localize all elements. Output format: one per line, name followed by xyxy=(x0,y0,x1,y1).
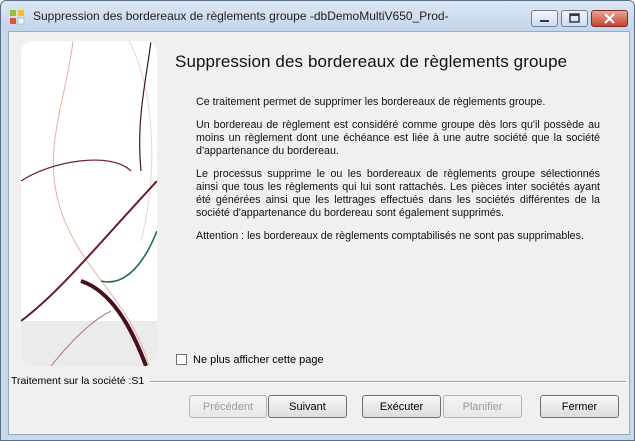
app-icon xyxy=(10,10,25,25)
minimize-button[interactable] xyxy=(531,10,558,27)
side-banner xyxy=(21,41,157,366)
title-bar[interactable]: Suppression des bordereaux de règlements… xyxy=(1,1,634,31)
maximize-button[interactable] xyxy=(561,10,588,27)
dont-show-again-checkbox[interactable] xyxy=(176,354,187,365)
description-paragraph: Ce traitement permet de supprimer les bo… xyxy=(196,96,546,108)
close-button[interactable]: Fermer xyxy=(540,395,619,418)
description-paragraph: Un bordereau de règlement est considéré … xyxy=(196,119,600,157)
wizard-body: Suppression des bordereaux de règlements… xyxy=(8,31,630,435)
status-text: Traitement sur la société :S1 xyxy=(11,375,145,387)
description-paragraph: Le processus supprime le ou les borderea… xyxy=(196,168,600,219)
decorative-curves-image xyxy=(21,41,157,366)
close-window-button[interactable] xyxy=(591,10,628,27)
page-title: Suppression des bordereaux de règlements… xyxy=(175,52,568,71)
description-paragraph: Attention : les bordereaux de règlements… xyxy=(196,230,584,242)
next-button[interactable]: Suivant xyxy=(268,395,347,418)
previous-button[interactable]: Précédent xyxy=(189,395,267,418)
window-title: Suppression des bordereaux de règlements… xyxy=(33,9,449,23)
separator xyxy=(150,381,626,383)
maximize-icon xyxy=(569,13,580,23)
description: Ce traitement permet de supprimer les bo… xyxy=(196,96,600,253)
minimize-icon xyxy=(540,20,549,22)
close-icon xyxy=(604,13,615,24)
schedule-button[interactable]: Planifier xyxy=(443,395,522,418)
wizard-window: Suppression des bordereaux de règlements… xyxy=(0,0,635,441)
dont-show-again-label[interactable]: Ne plus afficher cette page xyxy=(193,354,324,366)
execute-button[interactable]: Exécuter xyxy=(362,395,441,418)
